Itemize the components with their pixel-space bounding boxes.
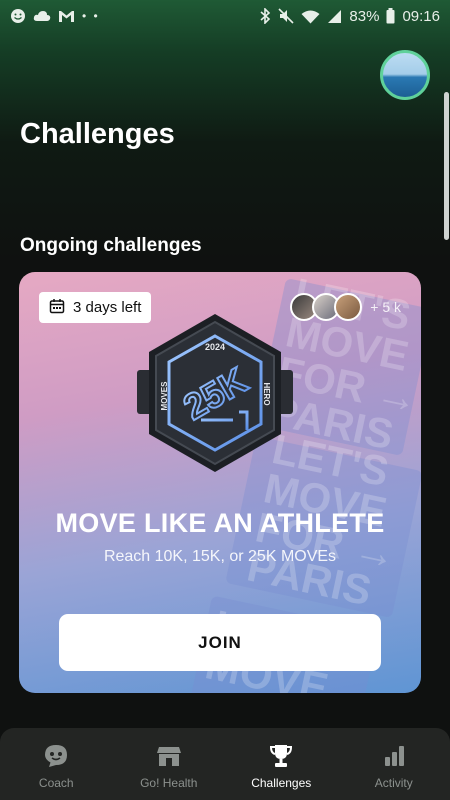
- coach-chat-icon: [42, 742, 70, 770]
- battery-percent: 83%: [349, 7, 380, 25]
- status-bar: • • 83% 09:16: [0, 0, 450, 32]
- challenge-subtitle: Reach 10K, 15K, or 25K MOVEs: [103, 548, 337, 565]
- nav-label: Go! Health: [140, 776, 198, 790]
- bar-chart-icon: [380, 742, 408, 770]
- nav-item-coach[interactable]: Coach: [0, 728, 113, 800]
- nav-label: Challenges: [251, 776, 312, 790]
- participant-avatar: [334, 293, 363, 321]
- page-title: Challenges: [20, 118, 175, 150]
- join-button[interactable]: JOIN: [59, 614, 381, 671]
- participants-count: + 5 k: [370, 299, 401, 315]
- nav-label: Activity: [374, 776, 413, 790]
- badge-left-label: MOVES: [160, 381, 169, 411]
- smiley-icon: [10, 8, 26, 24]
- bottom-nav: Coach Go! Health Challenges Activity: [0, 728, 450, 800]
- participants-group: + 5 k: [290, 293, 401, 321]
- challenge-headline: MOVE LIKE AN ATHLETE: [55, 508, 385, 538]
- nav-item-activity[interactable]: Activity: [338, 728, 450, 800]
- gmail-icon: [58, 9, 75, 23]
- nav-item-challenges[interactable]: Challenges: [225, 728, 338, 800]
- profile-avatar[interactable]: [380, 50, 430, 100]
- nav-item-go-health[interactable]: Go! Health: [113, 728, 226, 800]
- battery-icon: [386, 8, 395, 24]
- clock: 09:16: [402, 7, 440, 25]
- scrollbar-thumb[interactable]: [444, 92, 449, 240]
- days-left-text: 3 days left: [73, 299, 142, 316]
- calendar-icon: [49, 298, 65, 318]
- section-title-ongoing: Ongoing challenges: [20, 235, 202, 256]
- badge-year: 2024: [205, 342, 225, 352]
- more-dots-icon: • •: [82, 9, 100, 23]
- signal-icon: [327, 9, 342, 24]
- trophy-icon: [267, 742, 295, 770]
- wifi-icon: [301, 9, 320, 24]
- store-icon: [155, 742, 183, 770]
- cloud-icon: [33, 9, 51, 23]
- mute-icon: [278, 8, 294, 24]
- challenge-badge: 2024 25K MOVES HERO: [135, 308, 295, 478]
- challenge-card[interactable]: LET'S MOVE FOR → PARIS LET'S MOVE FOR → …: [19, 272, 421, 693]
- bluetooth-icon: [259, 8, 271, 24]
- nav-label: Coach: [38, 776, 74, 790]
- badge-right-label: HERO: [262, 382, 271, 405]
